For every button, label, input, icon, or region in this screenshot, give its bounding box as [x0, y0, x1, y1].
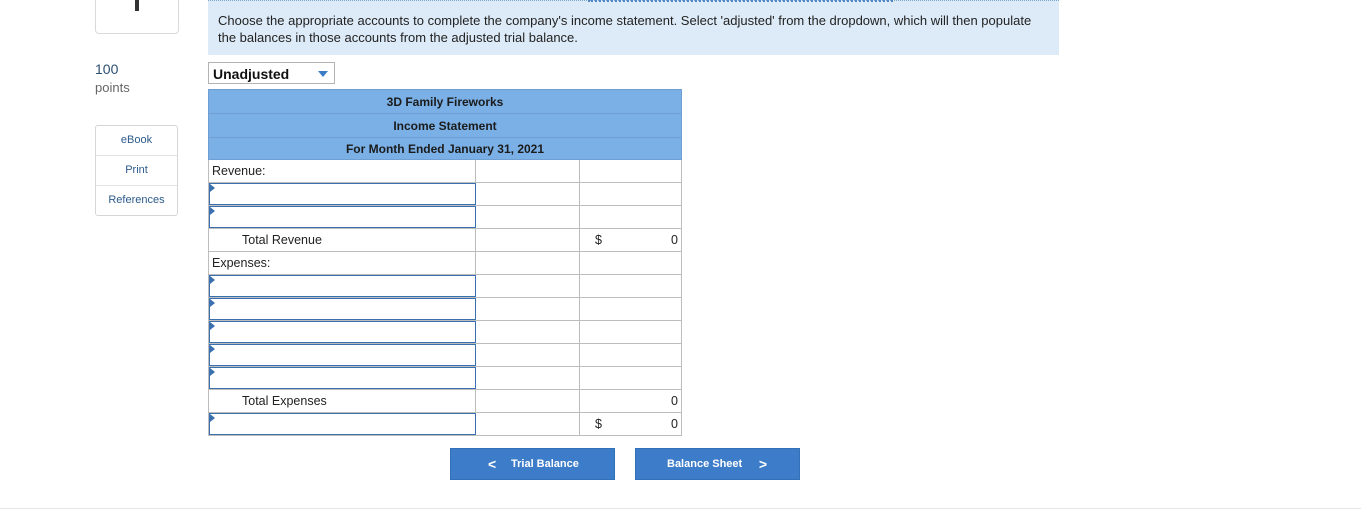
- income-statement-table: 3D Family Fireworks Income Statement For…: [208, 89, 682, 436]
- total-expenses-value: 0: [671, 394, 678, 408]
- total-revenue-currency: $: [595, 233, 602, 247]
- revenue-amount-cell-2[interactable]: [476, 206, 580, 228]
- table-row: Expenses:: [208, 252, 682, 275]
- instructions-text: Choose the appropriate accounts to compl…: [218, 13, 1032, 45]
- question-number-mark: [135, 0, 139, 11]
- expense-account-select-1[interactable]: [209, 275, 476, 297]
- side-links-panel: eBook Print References: [95, 125, 178, 216]
- expense-amount-cell-4[interactable]: [476, 344, 580, 366]
- table-row: $ 0: [208, 413, 682, 436]
- print-link[interactable]: Print: [96, 156, 177, 186]
- table-row: Revenue:: [208, 160, 682, 183]
- chevron-down-icon: [318, 71, 328, 77]
- total-expenses-label: Total Expenses: [209, 390, 476, 412]
- net-income-value: 0: [671, 417, 678, 431]
- expense-amount-cell-3[interactable]: [476, 321, 580, 343]
- table-row: [208, 298, 682, 321]
- expense-amount-cell-2[interactable]: [476, 298, 580, 320]
- table-row: [208, 183, 682, 206]
- expense-account-select-4[interactable]: [209, 344, 476, 366]
- balance-sheet-button[interactable]: Balance Sheet >: [635, 448, 800, 480]
- ebook-link[interactable]: eBook: [96, 126, 177, 156]
- question-number-box: [95, 0, 179, 34]
- revenue-amount-cell-1[interactable]: [476, 183, 580, 205]
- adjusted-unadjusted-dropdown[interactable]: Unadjusted: [208, 62, 335, 84]
- statement-period-header: For Month Ended January 31, 2021: [208, 137, 682, 160]
- dropdown-indicator-icon: [210, 276, 215, 284]
- revenue-section-label: Revenue:: [209, 160, 476, 182]
- dropdown-indicator-icon: [210, 299, 215, 307]
- points-label: points: [95, 80, 130, 95]
- total-revenue-value: 0: [671, 233, 678, 247]
- statement-title-header: Income Statement: [208, 113, 682, 137]
- table-row: [208, 344, 682, 367]
- net-income-currency: $: [595, 417, 602, 431]
- table-row: Total Revenue $ 0: [208, 229, 682, 252]
- focus-dotted-outline: [588, 0, 893, 2]
- table-row: [208, 367, 682, 390]
- dropdown-indicator-icon: [210, 207, 215, 215]
- points-value: 100: [95, 61, 119, 77]
- dropdown-indicator-icon: [210, 184, 215, 192]
- table-row: [208, 321, 682, 344]
- chevron-left-icon: <: [488, 456, 497, 472]
- trial-balance-button[interactable]: < Trial Balance: [450, 448, 615, 480]
- expense-amount-cell-1[interactable]: [476, 275, 580, 297]
- table-row: Total Expenses 0: [208, 390, 682, 413]
- chevron-right-icon: >: [758, 456, 767, 472]
- revenue-account-select-1[interactable]: [209, 183, 476, 205]
- instructions-panel: Choose the appropriate accounts to compl…: [208, 0, 1059, 55]
- table-row: [208, 206, 682, 229]
- references-link[interactable]: References: [96, 186, 177, 215]
- dropdown-indicator-icon: [210, 414, 215, 422]
- dropdown-indicator-icon: [210, 322, 215, 330]
- expense-amount-cell-5[interactable]: [476, 367, 580, 389]
- balance-sheet-button-label: Balance Sheet: [667, 458, 743, 470]
- dropdown-selected-value: Unadjusted: [213, 66, 290, 82]
- trial-balance-button-label: Trial Balance: [511, 458, 579, 470]
- expense-account-select-5[interactable]: [209, 367, 476, 389]
- dropdown-indicator-icon: [210, 368, 215, 376]
- revenue-account-select-2[interactable]: [209, 206, 476, 228]
- expenses-section-label: Expenses:: [209, 252, 476, 274]
- expense-account-select-2[interactable]: [209, 298, 476, 320]
- total-revenue-label: Total Revenue: [209, 229, 476, 251]
- statement-company-header: 3D Family Fireworks: [208, 89, 682, 113]
- expense-account-select-3[interactable]: [209, 321, 476, 343]
- table-row: [208, 275, 682, 298]
- net-income-label-select[interactable]: [209, 413, 476, 435]
- dropdown-indicator-icon: [210, 345, 215, 353]
- bottom-divider: [0, 508, 1361, 509]
